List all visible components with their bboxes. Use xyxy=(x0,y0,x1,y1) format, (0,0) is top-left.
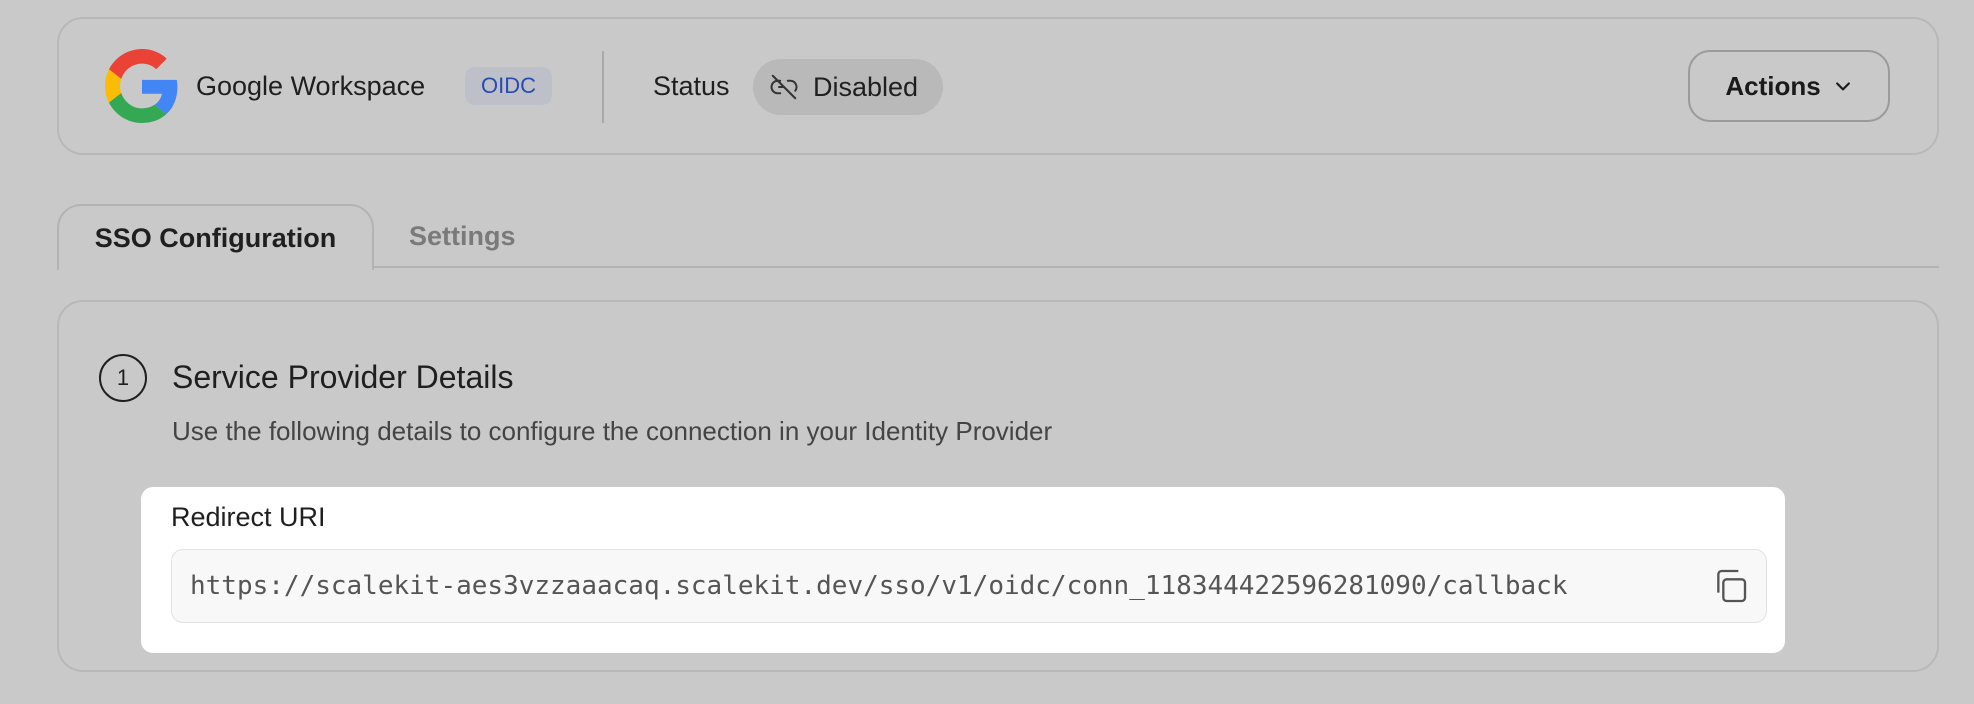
section-description: Use the following details to configure t… xyxy=(172,416,1053,446)
google-logo-icon xyxy=(105,49,178,123)
copy-button[interactable] xyxy=(1706,562,1754,610)
actions-button[interactable]: Actions xyxy=(1688,50,1890,122)
tab-sso-configuration[interactable]: SSO Configuration xyxy=(57,204,374,270)
chevron-down-icon xyxy=(1835,82,1850,91)
connection-header-card: Google Workspace OIDC Status Disabled Ac… xyxy=(57,17,1939,155)
header-divider xyxy=(602,51,604,123)
status-badge: Disabled xyxy=(753,59,943,115)
actions-label: Actions xyxy=(1725,70,1821,101)
status-label: Status xyxy=(653,71,730,101)
provider-name: Google Workspace xyxy=(196,71,426,101)
redirect-uri-label: Redirect URI xyxy=(171,502,326,532)
redirect-uri-field[interactable]: https://scalekit-aes3vzzaaacaq.scalekit.… xyxy=(171,549,1767,623)
sso-configuration-panel: 1 Service Provider Details Use the follo… xyxy=(57,300,1939,672)
protocol-badge: OIDC xyxy=(465,67,552,105)
redirect-uri-value[interactable]: https://scalekit-aes3vzzaaacaq.scalekit.… xyxy=(190,568,1568,604)
tab-bar: SSO Configuration Settings xyxy=(57,204,1939,270)
status-value: Disabled xyxy=(813,72,919,102)
link-off-icon xyxy=(770,74,798,100)
step-number: 1 xyxy=(99,354,147,402)
section-title: Service Provider Details xyxy=(172,359,514,395)
tab-settings[interactable]: Settings xyxy=(409,204,516,268)
copy-icon xyxy=(1717,569,1747,603)
redirect-uri-card: Redirect URI https://scalekit-aes3vzzaaa… xyxy=(141,487,1785,653)
